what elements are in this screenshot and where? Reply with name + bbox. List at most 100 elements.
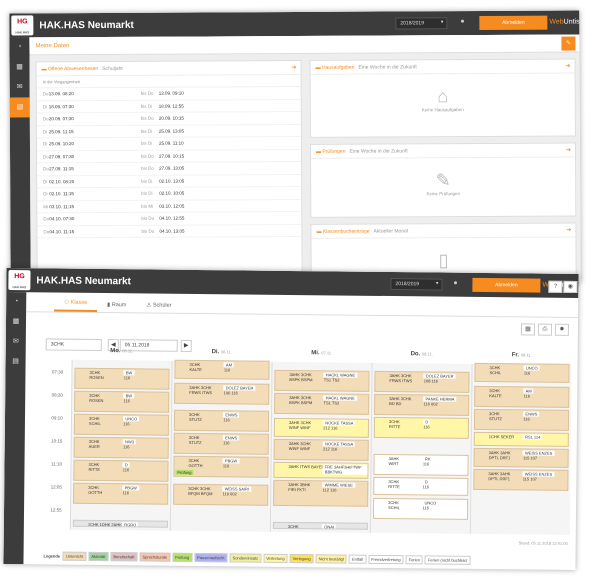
logout-button[interactable]: Abmelden bbox=[472, 277, 541, 293]
lesson-cell[interactable]: 3AHK 3BHK FIRI FKTI WIMME WIESE 112 116 bbox=[273, 480, 369, 507]
logout-button[interactable]: Abmelden bbox=[479, 15, 548, 31]
calendar-icon[interactable]: ▦ bbox=[10, 57, 30, 77]
lesson-cell[interactable]: 3CHK SCHIL UNCO 116 bbox=[73, 413, 170, 436]
lesson-cell[interactable]: 3CHK AUER NW3 116 bbox=[73, 436, 169, 459]
lesson-cell[interactable]: 3AHK 3CHK FRWS ITWS DOLEZ BAYER 106 116 bbox=[174, 382, 270, 405]
user-icon[interactable]: ● bbox=[453, 280, 457, 287]
lesson-cell[interactable]: 3CHK STUTZ ENWS 116 bbox=[173, 410, 270, 433]
tab-class[interactable]: ⚇ Klasse bbox=[54, 299, 98, 312]
arrow-right-icon[interactable]: ➔ bbox=[292, 61, 297, 75]
tab-student[interactable]: ♙ Schüler bbox=[136, 302, 181, 312]
legend-item: Sprechstunde bbox=[139, 552, 171, 562]
school-logo[interactable]: HG HAK.HAS bbox=[11, 15, 34, 36]
sidebar: ◔ ▦ ✉ ▤ bbox=[3, 292, 27, 565]
lesson-cell[interactable]: 3CHK SCHIL UNCO 116 bbox=[474, 362, 570, 383]
absence-row[interactable]: Do 04.10. 11:15 bis Do 04.10. 13:05 bbox=[37, 224, 302, 239]
chat-icon[interactable]: ✉ bbox=[10, 77, 30, 97]
dashboard-icon[interactable]: ◔ bbox=[6, 292, 26, 312]
brand-web: Web bbox=[549, 18, 564, 26]
day-name: Do. bbox=[410, 351, 422, 358]
school-year-select[interactable]: 2018/2019 bbox=[395, 17, 448, 30]
edit-button[interactable]: ✎ bbox=[561, 36, 576, 51]
lesson-teacher: FRE 3AHF3HIFTWF BBKTWG bbox=[322, 464, 368, 475]
arrow-right-icon[interactable]: ➔ bbox=[566, 224, 571, 238]
logo-text: HG bbox=[14, 273, 25, 281]
lesson-subject: BD BD bbox=[389, 401, 402, 407]
absences-header[interactable]: ▬ Offene Abwesenheiten Schuljahr ➔ bbox=[36, 60, 301, 77]
lesson-cell[interactable]: 3CHK GOTTH PBGW 116 bbox=[73, 482, 169, 505]
lesson-cell[interactable]: 3CHK STUTZ ENWS 116 bbox=[173, 433, 269, 456]
arrow-right-icon[interactable]: ➔ bbox=[566, 60, 571, 74]
settings-icon[interactable]: ✹ bbox=[554, 323, 570, 336]
school-logo[interactable]: HG HAK.HAS bbox=[8, 270, 31, 291]
lesson-cell[interactable]: 3AHK 3AHK DPTL DRF1 WEISS ENZES 115 107 bbox=[473, 447, 569, 468]
help-icon[interactable]: ? bbox=[548, 280, 563, 293]
lesson-cell[interactable]: 3AHK 3CHK WINF WINF NOCKE TASSA 212 116 bbox=[273, 438, 369, 461]
lesson-cell[interactable]: 3AHK 3CHK FRWS ITWS DOLEZ BAYER 108 116 bbox=[374, 370, 470, 393]
absence-end-weekday: bis Do bbox=[140, 90, 154, 96]
classbook-icon[interactable]: ▤ bbox=[5, 352, 25, 372]
lesson-cell[interactable]: 3AHK ITWS BAYER FRE 3AHF3HIFTWF BBKTWG bbox=[273, 461, 369, 480]
print-icon[interactable]: ⎙ bbox=[537, 323, 553, 336]
lesson-cell[interactable]: 3CHK RITTE D 116 bbox=[373, 416, 470, 439]
absence-start-weekday: Do bbox=[43, 166, 49, 172]
lesson-cell[interactable]: 3CHK ONAI bbox=[272, 521, 368, 530]
day-date: 07.11. bbox=[321, 350, 333, 356]
homework-header[interactable]: ▬ Hausaufgaben Eine Woche in die Zukunft ➔ bbox=[310, 59, 575, 75]
lesson-cell[interactable]: 3AHK 3CHK BD BD PANKE HERMA 116 002 bbox=[374, 393, 470, 416]
homework-title: Hausaufgaben bbox=[321, 64, 355, 71]
lesson-cell[interactable]: 3CHK ROSEN BW 116 bbox=[74, 390, 170, 413]
lesson-subject: BSPK BSPM bbox=[289, 399, 313, 406]
lesson-cell[interactable]: 3CHK GOTTH PBGW 116 Prüfung bbox=[173, 456, 269, 479]
exams-header[interactable]: ▬ Prüfungen Eine Woche in die Zukunft ➔ bbox=[310, 143, 576, 159]
legend-item: Prüfung bbox=[172, 552, 193, 562]
lesson-subject: SCHIL bbox=[388, 504, 400, 510]
lesson-cell[interactable]: 3AHK 3CHK WINF WINF NOCKE TASSA 212 116 bbox=[273, 418, 370, 438]
arrow-right-icon[interactable]: ➔ bbox=[566, 144, 571, 158]
absence-end-weekday: bis Di bbox=[140, 140, 153, 146]
classbook-header[interactable]: ▬ Klassenbucheinträge Aktueller Monat ➔ bbox=[311, 223, 576, 239]
classbook-title: Klassenbucheinträge bbox=[322, 228, 370, 235]
lesson-cell[interactable]: 1CHK 1DHK 2AHK RGRO bbox=[72, 519, 168, 528]
day-name: Mi. bbox=[311, 350, 322, 357]
lesson-cell[interactable]: 1CHK SEKER RSL 114 bbox=[473, 431, 569, 447]
lesson-cell[interactable]: 3AHK 3CHK BSPK BSPM HACKL WAGNE TS1 TS2 bbox=[274, 369, 370, 392]
lesson-cell[interactable]: 3CHK RITTE D 116 bbox=[73, 459, 169, 482]
lesson-cell[interactable]: 3CHK SCHIL UNCO 116 bbox=[372, 497, 469, 520]
lesson-cell[interactable]: 3CHK KALTE AM 116 bbox=[174, 359, 270, 380]
lesson-cell[interactable]: 3CHK KALTE AM 116 bbox=[474, 385, 570, 408]
classbook-icon[interactable]: ▤ bbox=[9, 97, 30, 118]
dashboard-icon[interactable]: ◔ bbox=[9, 37, 29, 57]
chat-icon[interactable]: ✉ bbox=[6, 332, 26, 352]
absence-end-weekday: bis Do bbox=[141, 153, 154, 159]
lesson-cell[interactable]: 3CHK STUTZ ENWS 116 bbox=[473, 408, 570, 431]
time-label: 08:20 bbox=[51, 392, 63, 398]
lesson-cell[interactable]: 3AHK WIRT RK 116 bbox=[373, 453, 469, 476]
eye-icon[interactable]: ◉ bbox=[563, 280, 578, 293]
exams-title: Prüfungen bbox=[322, 148, 346, 155]
legend-title: Legende bbox=[43, 553, 61, 559]
time-label: 12:55 bbox=[50, 507, 62, 513]
time-label: 12:05 bbox=[50, 484, 62, 490]
lesson-cell[interactable]: 3AHK 3AHK DPTL DRF1 WEISS ENZES 115 107 bbox=[473, 468, 569, 491]
calendar-icon[interactable]: ▦ bbox=[6, 312, 26, 332]
lesson-subject: WINF WINF bbox=[288, 445, 311, 452]
calendar-view-icon[interactable]: ▦ bbox=[520, 323, 536, 336]
lesson-subject: AUER bbox=[88, 443, 100, 449]
absence-start-date: 03.10. 11:15 bbox=[49, 203, 75, 209]
user-icon[interactable]: ● bbox=[460, 18, 464, 25]
lesson-cell[interactable]: 3CHK 3CHK BFQM BFQM WEISS SAIRI 116 002 bbox=[173, 483, 269, 506]
lesson-cell[interactable]: 3CHK RITTE D 116 bbox=[373, 476, 469, 497]
legend-item: Sondereinsatz bbox=[229, 553, 262, 563]
top-bar: HG HAK.HAS HAK.HAS Neumarkt 2018/2019 ● A… bbox=[9, 10, 580, 38]
absence-end-date: 25.09. 11:10 bbox=[158, 140, 184, 146]
lesson-room: 115 107 bbox=[522, 476, 537, 482]
lesson-subject: DPTL DRF1 bbox=[488, 475, 511, 481]
lesson-cell[interactable]: 3AHK 3CHK BSPK BSPM HACKL WAGNE TS1 TS2 bbox=[274, 392, 370, 415]
school-year-select[interactable]: 2018/2019 bbox=[390, 278, 443, 291]
absence-end-date: 13.09. 09:10 bbox=[158, 90, 184, 96]
lesson-subject: SCHIL bbox=[489, 369, 502, 376]
lesson-room: 116 bbox=[123, 375, 131, 381]
tab-room[interactable]: ▮ Raum bbox=[97, 302, 136, 312]
lesson-cell[interactable]: 3CHK ROSEN BW 116 bbox=[74, 367, 170, 390]
